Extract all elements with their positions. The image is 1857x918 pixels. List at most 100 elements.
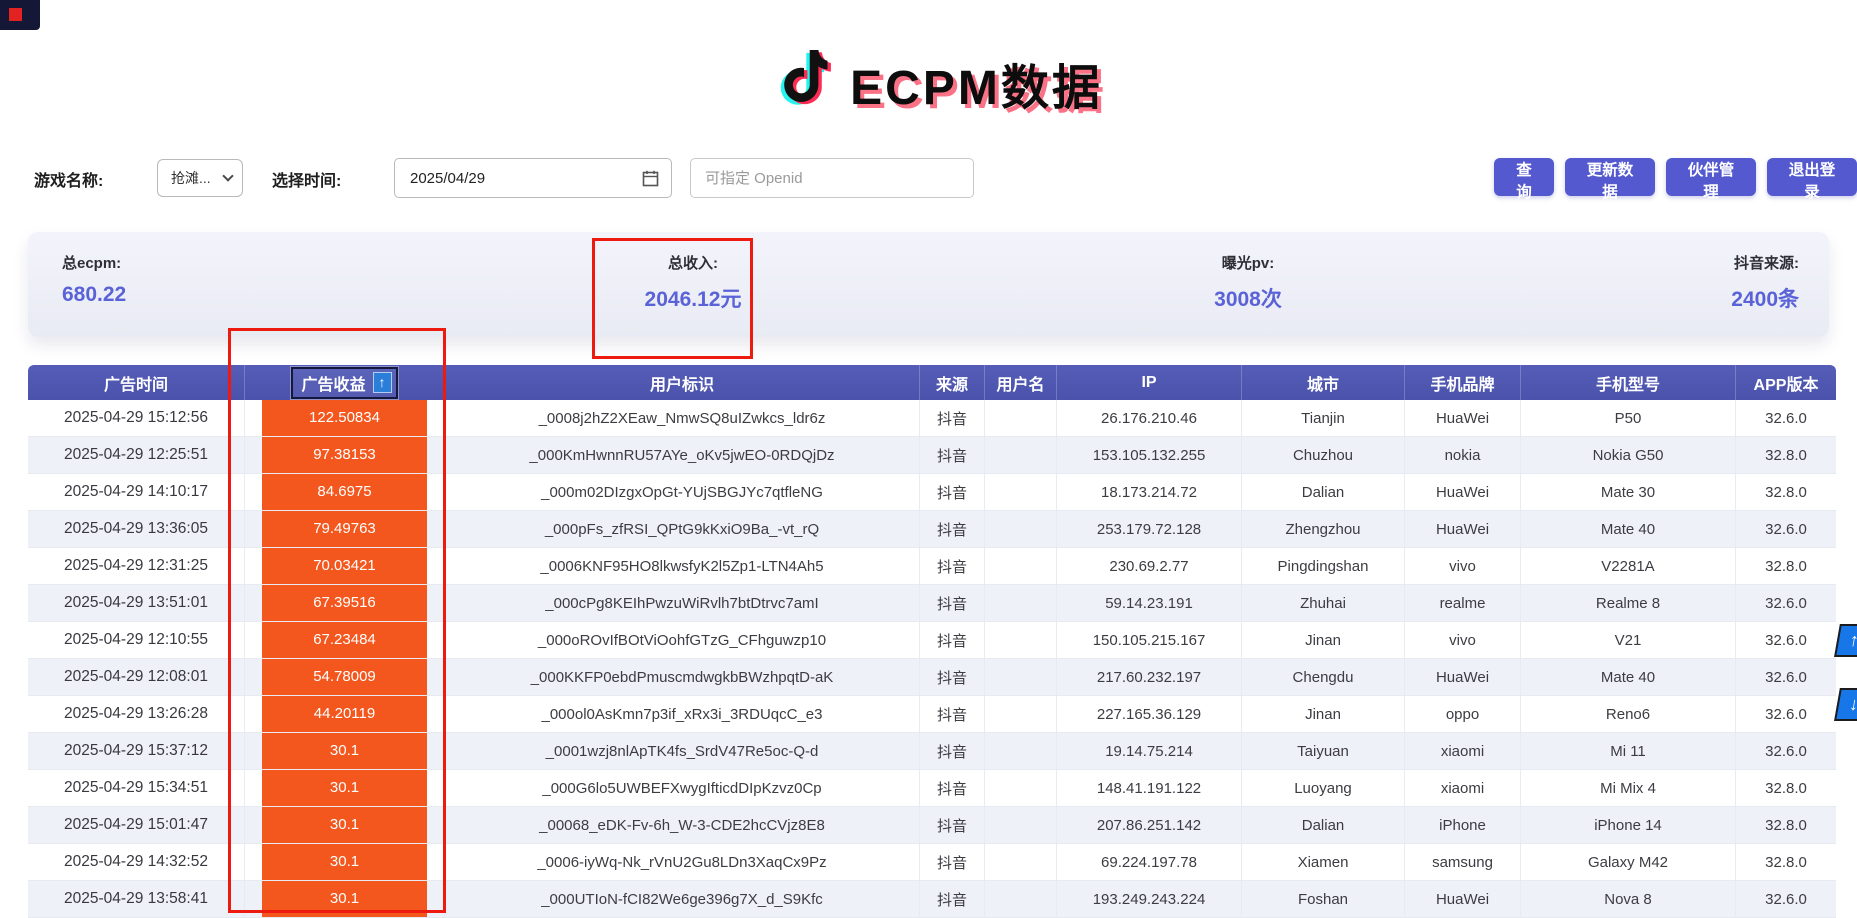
openid-input[interactable] bbox=[690, 158, 974, 198]
cell-app-version: 32.6.0 bbox=[1736, 659, 1836, 696]
cell-ip: 148.41.191.122 bbox=[1057, 770, 1242, 807]
tiktok-note-icon bbox=[774, 40, 840, 126]
cell-username bbox=[985, 437, 1057, 474]
cell-username bbox=[985, 733, 1057, 770]
cell-user-openid: _0001wzj8nlApTK4fs_SrdV47Re5oc-Q-d bbox=[445, 733, 920, 770]
cell-username bbox=[985, 511, 1057, 548]
cell-city: Dalian bbox=[1242, 474, 1405, 511]
cell-source: 抖音 bbox=[920, 622, 985, 659]
cell-phone-model: Mi Mix 4 bbox=[1521, 770, 1736, 807]
cell-app-version: 32.8.0 bbox=[1736, 770, 1836, 807]
cell-app-version: 32.6.0 bbox=[1736, 622, 1836, 659]
scroll-down-button[interactable]: ↓ bbox=[1834, 688, 1857, 721]
cell-source: 抖音 bbox=[920, 400, 985, 437]
cell-username bbox=[985, 807, 1057, 844]
cell-source: 抖音 bbox=[920, 807, 985, 844]
table-row: 2025-04-29 13:26:2844.20119_000ol0AsKmn7… bbox=[28, 696, 1836, 733]
cell-city: Pingdingshan bbox=[1242, 548, 1405, 585]
column-header-1[interactable]: 广告收益↑ bbox=[245, 365, 445, 400]
cell-ad-time: 2025-04-29 13:58:41 bbox=[28, 881, 245, 918]
table-row: 2025-04-29 15:37:1230.1_0001wzj8nlApTK4f… bbox=[28, 733, 1836, 770]
stat-value: 2400条 bbox=[1731, 283, 1799, 313]
sort-ascending-badge[interactable]: ↑ bbox=[373, 372, 392, 393]
cell-username bbox=[985, 659, 1057, 696]
cell-phone-brand: xiaomi bbox=[1405, 733, 1521, 770]
cell-ad-time: 2025-04-29 12:10:55 bbox=[28, 622, 245, 659]
cell-ip: 69.224.197.78 bbox=[1057, 844, 1242, 881]
stat-value: 680.22 bbox=[62, 283, 126, 307]
cell-ad-time: 2025-04-29 15:01:47 bbox=[28, 807, 245, 844]
update-data-button[interactable]: 更新数据 bbox=[1565, 158, 1655, 196]
cell-source: 抖音 bbox=[920, 474, 985, 511]
cell-app-version: 32.8.0 bbox=[1736, 807, 1836, 844]
cell-phone-model: V21 bbox=[1521, 622, 1736, 659]
action-buttons: 查询 更新数据 伙伴管理 退出登录 bbox=[1494, 158, 1857, 196]
cell-app-version: 32.6.0 bbox=[1736, 881, 1836, 918]
query-button[interactable]: 查询 bbox=[1494, 158, 1554, 196]
scroll-up-button[interactable]: ↑ bbox=[1834, 624, 1857, 657]
cell-user-openid: _0006-iyWq-Nk_rVnU2Gu8LDn3XaqCx9Pz bbox=[445, 844, 920, 881]
revenue-highlight-cell: 30.1 bbox=[262, 807, 427, 843]
cell-source: 抖音 bbox=[920, 548, 985, 585]
cell-user-openid: _00068_eDK-Fv-6h_W-3-CDE2hcCVjz8E8 bbox=[445, 807, 920, 844]
stat-label: 总ecpm: bbox=[62, 252, 126, 273]
cell-source: 抖音 bbox=[920, 585, 985, 622]
table-row: 2025-04-29 13:36:0579.49763_000pFs_zfRSI… bbox=[28, 511, 1836, 548]
cell-ad-time: 2025-04-29 15:12:56 bbox=[28, 400, 245, 437]
cell-city: Luoyang bbox=[1242, 770, 1405, 807]
game-select[interactable]: 抢滩... bbox=[157, 159, 243, 197]
calendar-icon[interactable] bbox=[642, 170, 659, 187]
cell-ip: 59.14.23.191 bbox=[1057, 585, 1242, 622]
cell-user-openid: _000ol0AsKmn7p3if_xRx3i_3RDUqcC_e3 bbox=[445, 696, 920, 733]
cell-phone-model: iPhone 14 bbox=[1521, 807, 1736, 844]
chevron-down-icon bbox=[222, 170, 233, 181]
cell-city: Zhengzhou bbox=[1242, 511, 1405, 548]
logout-button[interactable]: 退出登录 bbox=[1767, 158, 1857, 196]
revenue-highlight-cell: 79.49763 bbox=[262, 511, 427, 547]
table-body: 2025-04-29 15:12:56 122.50834 _0008j2hZ2XE… bbox=[28, 400, 1836, 918]
cell-ad-time: 2025-04-29 12:31:25 bbox=[28, 548, 245, 585]
stats-bar: 总ecpm: 680.22 总收入: 2046.12元 曝光pv: 3008次 … bbox=[28, 232, 1829, 337]
cell-ip: 227.165.36.129 bbox=[1057, 696, 1242, 733]
cell-phone-brand: xiaomi bbox=[1405, 770, 1521, 807]
cell-app-version: 32.8.0 bbox=[1736, 437, 1836, 474]
column-header-2: 用户标识 bbox=[445, 365, 920, 400]
revenue-highlight-cell: 30.1 bbox=[262, 844, 427, 880]
cell-source: 抖音 bbox=[920, 437, 985, 474]
revenue-sort-control[interactable]: 广告收益↑ bbox=[291, 367, 397, 399]
cell-phone-brand: HuaWei bbox=[1405, 659, 1521, 696]
date-input[interactable]: 2025/04/29 bbox=[394, 158, 672, 198]
cell-ad-revenue: 30.1 bbox=[245, 733, 445, 770]
cell-user-openid: _000oROvIfBOtViOohfGTzG_CFhguwzp10 bbox=[445, 622, 920, 659]
cell-source: 抖音 bbox=[920, 733, 985, 770]
cell-phone-brand: HuaWei bbox=[1405, 400, 1521, 437]
cell-ad-revenue: 122.50834 bbox=[245, 400, 445, 437]
cell-phone-model: Realme 8 bbox=[1521, 585, 1736, 622]
table-row: 2025-04-29 13:58:4130.1_000UTIoN-fCI82We… bbox=[28, 881, 1836, 918]
cell-ad-revenue: 67.39516 bbox=[245, 585, 445, 622]
cell-user-openid: _0008j2hZ2XEaw_NmwSQ8uIZwkcs_ldr6z bbox=[445, 400, 920, 437]
column-header-9: APP版本 bbox=[1736, 365, 1836, 400]
cell-source: 抖音 bbox=[920, 511, 985, 548]
stat-douyin-source: 抖音来源: 2400条 bbox=[1731, 252, 1799, 313]
cell-ad-time: 2025-04-29 13:36:05 bbox=[28, 511, 245, 548]
revenue-highlight-cell: 30.1 bbox=[262, 733, 427, 769]
cell-city: Xiamen bbox=[1242, 844, 1405, 881]
cell-ad-revenue: 30.1 bbox=[245, 844, 445, 881]
stat-label: 抖音来源: bbox=[1731, 252, 1799, 273]
game-name-label: 游戏名称: bbox=[34, 167, 103, 191]
cell-username bbox=[985, 622, 1057, 659]
cell-phone-brand: nokia bbox=[1405, 437, 1521, 474]
cell-user-openid: _0006KNF95HO8lkwsfyK2l5Zp1-LTN4Ah5 bbox=[445, 548, 920, 585]
revenue-highlight-cell: 122.50834 bbox=[262, 400, 427, 436]
page-header: ECPM数据 bbox=[0, 40, 1857, 126]
cell-phone-brand: samsung bbox=[1405, 844, 1521, 881]
ecpm-data-table: 广告时间广告收益↑用户标识来源用户名IP城市手机品牌手机型号APP版本 2025… bbox=[28, 365, 1836, 918]
cell-username bbox=[985, 696, 1057, 733]
cell-ad-revenue: 79.49763 bbox=[245, 511, 445, 548]
table-row: 2025-04-29 12:08:0154.78009_000KKFP0ebdP… bbox=[28, 659, 1836, 696]
stat-value: 2046.12元 bbox=[593, 283, 793, 313]
cell-city: Taiyuan bbox=[1242, 733, 1405, 770]
partner-mgmt-button[interactable]: 伙伴管理 bbox=[1666, 158, 1756, 196]
table-row: 2025-04-29 13:51:0167.39516_000cPg8KEIhP… bbox=[28, 585, 1836, 622]
